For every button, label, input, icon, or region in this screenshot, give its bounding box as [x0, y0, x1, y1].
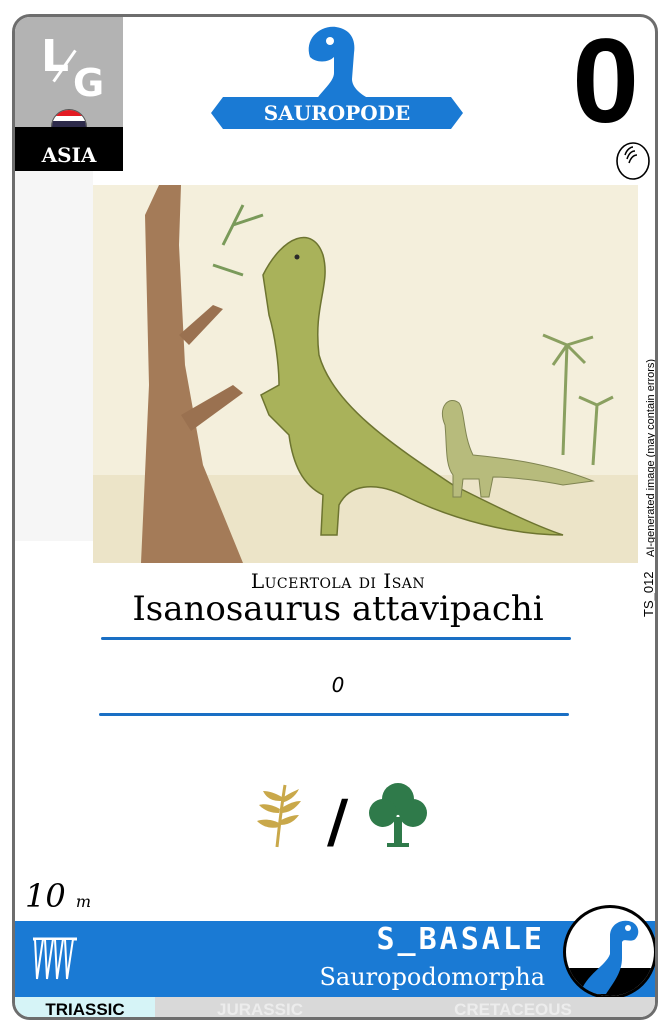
side-strip [15, 171, 93, 541]
description-text: 0 [331, 673, 345, 697]
clade-label: Sauropodomorpha [319, 963, 545, 991]
era-jurassic: JURASSIC [155, 997, 365, 1017]
type-label: SAUROPODE [263, 101, 411, 125]
score-value: 0 [572, 14, 639, 148]
diet-separator: / [327, 787, 349, 855]
size-value: 10 m [25, 877, 91, 915]
divider-top [101, 637, 571, 640]
scientific-name: Isanosaurus attavipachi [132, 589, 544, 629]
size-number: 10 [25, 877, 66, 915]
teeth-icon [33, 937, 77, 980]
size-unit: m [75, 892, 92, 911]
logo-letter-g: G [73, 61, 105, 105]
group-label: S_BASALE [376, 922, 545, 957]
egg-icon [616, 142, 650, 180]
logo-letter-l: L [41, 31, 70, 82]
ai-image-note: AI-generated image (may contain errors) [645, 358, 657, 557]
era-bar: TRIASSIC JURASSIC CRETACEOUS [15, 997, 655, 1017]
fern-icon [257, 784, 301, 848]
divider-bottom [99, 713, 569, 716]
region-label: ASIA [15, 127, 123, 171]
dinosaur-illustration [93, 185, 638, 563]
dinosaur-card: L G ASIA SAUROPODE 0 AI-generated image … [12, 14, 658, 1020]
era-triassic: TRIASSIC [15, 997, 155, 1017]
tree-icon [369, 783, 427, 847]
era-cretaceous: CRETACEOUS [365, 997, 655, 1017]
sauropod-badge-icon [563, 905, 655, 999]
